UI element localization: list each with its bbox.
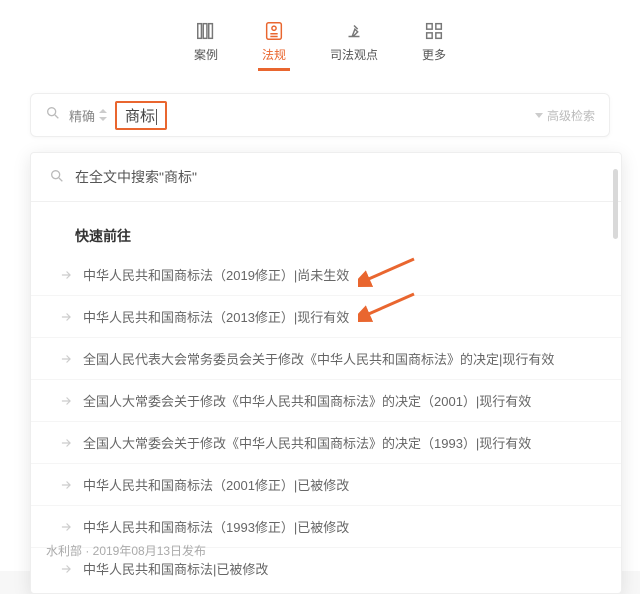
suggestion-item-label: 中华人民共和国商标法（2013修正）|现行有效 (83, 307, 349, 326)
suggestion-item[interactable]: 中华人民共和国商标法（2013修正）|现行有效 (31, 296, 621, 338)
tab-label: 案例 (194, 46, 218, 63)
search-icon (49, 168, 65, 187)
suggestion-item[interactable]: 中华人民共和国商标法（2019修正）|尚未生效 (31, 254, 621, 296)
search-input[interactable]: 商标 (115, 101, 167, 130)
suggestion-item-label: 全国人民代表大会常务委员会关于修改《中华人民共和国商标法》的决定|现行有效 (83, 349, 554, 368)
arrow-right-icon (59, 520, 73, 534)
suggestion-item-label: 中华人民共和国商标法（2019修正）|尚未生效 (83, 265, 349, 284)
suggestion-item-label: 全国人大常委会关于修改《中华人民共和国商标法》的决定（1993）|现行有效 (83, 433, 531, 452)
advanced-search-link[interactable]: 高级检索 (535, 107, 595, 124)
tab-label: 法规 (262, 46, 286, 63)
chevron-down-icon (535, 113, 543, 118)
advanced-search-label: 高级检索 (547, 107, 595, 124)
search-query-text: 商标 (125, 108, 155, 125)
suggestion-item-label: 全国人大常委会关于修改《中华人民共和国商标法》的决定（2001）|现行有效 (83, 391, 531, 410)
arrow-right-icon (59, 478, 73, 492)
arrow-right-icon (59, 436, 73, 450)
tab-cases[interactable]: 案例 (194, 20, 218, 63)
search-icon (45, 105, 61, 126)
books-icon (195, 20, 217, 42)
arrow-right-icon (59, 352, 73, 366)
footer-meta: 水利部 · 2019年08月13日发布 (46, 542, 206, 559)
gavel-icon (343, 20, 365, 42)
search-bar[interactable]: 精确 商标 高级检索 (30, 93, 610, 137)
suggestion-item-label: 中华人民共和国商标法（1993修正）|已被修改 (83, 517, 349, 536)
arrow-right-icon (59, 268, 73, 282)
grid-icon (423, 20, 445, 42)
suggestion-item[interactable]: 全国人民代表大会常务委员会关于修改《中华人民共和国商标法》的决定|现行有效 (31, 338, 621, 380)
tab-more[interactable]: 更多 (422, 20, 446, 63)
fulltext-search-option[interactable]: 在全文中搜索"商标" (31, 153, 621, 202)
tab-label: 司法观点 (330, 46, 378, 63)
tab-label: 更多 (422, 46, 446, 63)
scrollbar[interactable] (613, 169, 618, 239)
search-mode-toggle[interactable]: 精确 (69, 106, 107, 125)
search-mode-label: 精确 (69, 106, 95, 125)
top-tabs: 案例 法规 司法观点 (0, 0, 640, 71)
sort-icon (99, 109, 107, 121)
suggestion-item-label: 中华人民共和国商标法|已被修改 (83, 559, 268, 578)
arrow-right-icon (59, 310, 73, 324)
scale-book-icon (263, 20, 285, 42)
text-cursor (156, 109, 157, 125)
suggestions-dropdown: 在全文中搜索"商标" 快速前往 中华人民共和国商标法（2019修正）|尚未生效中… (30, 152, 622, 594)
tab-laws[interactable]: 法规 (262, 20, 286, 63)
suggestion-item[interactable]: 全国人大常委会关于修改《中华人民共和国商标法》的决定（1993）|现行有效 (31, 422, 621, 464)
suggestion-item-label: 中华人民共和国商标法（2001修正）|已被修改 (83, 475, 349, 494)
suggestion-item[interactable]: 全国人大常委会关于修改《中华人民共和国商标法》的决定（2001）|现行有效 (31, 380, 621, 422)
arrow-right-icon (59, 562, 73, 576)
quick-nav-heading: 快速前往 (31, 202, 621, 254)
arrow-right-icon (59, 394, 73, 408)
tab-judicial[interactable]: 司法观点 (330, 20, 378, 63)
suggestion-item[interactable]: 中华人民共和国商标法（2001修正）|已被修改 (31, 464, 621, 506)
fulltext-label: 在全文中搜索"商标" (75, 167, 197, 187)
